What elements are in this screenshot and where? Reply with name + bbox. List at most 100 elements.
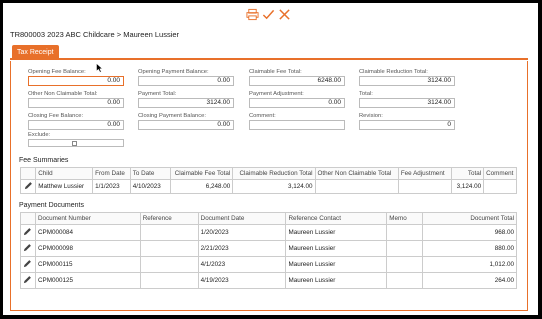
cell-total: 3,124.00 [450, 179, 485, 194]
cell-memo [386, 272, 424, 289]
pencil-icon[interactable] [23, 275, 32, 284]
column-header-fee-adjustment[interactable]: Fee Adjustment [397, 167, 452, 180]
claimable-fee-total-field: Claimable Fee Total: 6248.00 [249, 69, 345, 86]
pencil-icon[interactable] [23, 259, 32, 268]
cell-comment [483, 179, 517, 194]
close-icon[interactable] [278, 8, 291, 21]
pencil-icon[interactable] [24, 181, 33, 190]
cell-document-total: 264.00 [422, 272, 517, 289]
cell-reference-contact: Maureen Lussier [285, 240, 388, 257]
column-header-child[interactable]: Child [35, 167, 94, 180]
column-header-total[interactable]: Total [450, 167, 485, 180]
table-header-row: Document Number Reference Document Date … [20, 212, 517, 225]
claimable-fee-total-input[interactable]: 6248.00 [249, 76, 345, 86]
exclude-checkbox[interactable] [72, 141, 77, 146]
checkmark-icon[interactable] [262, 8, 275, 21]
toolbar [246, 8, 291, 21]
cell-reference [139, 272, 199, 289]
cell-reference-contact: Maureen Lussier [285, 256, 388, 273]
table-header-row: Child From Date To Date Claimable Fee To… [19, 167, 517, 180]
column-header-other-non-claimable-total[interactable]: Other Non Claimable Total [314, 167, 399, 180]
revision-input[interactable]: 0 [359, 120, 455, 130]
cell-from-date: 1/1/2023 [92, 179, 131, 194]
opening-fee-balance-field: Opening Fee Balance: 0.00 [28, 69, 124, 86]
cell-document-date: 2/21/2023 [197, 240, 287, 257]
closing-payment-balance-input[interactable]: 0.00 [138, 120, 234, 130]
column-header-comment[interactable]: Comment [483, 167, 517, 180]
table-row[interactable]: CPM000098 2/21/2023 Maureen Lussier 880.… [20, 240, 517, 257]
pencil-icon[interactable] [23, 227, 32, 236]
claimable-reduction-total-input[interactable]: 3124.00 [359, 76, 455, 86]
edit-cell[interactable] [19, 179, 37, 194]
opening-payment-balance-field: Opening Payment Balance: 0.00 [138, 69, 234, 86]
cell-other-non-claimable-total [314, 179, 399, 194]
cell-claimable-reduction-total: 3,124.00 [232, 179, 316, 194]
column-header-reference-contact[interactable]: Reference Contact [285, 212, 388, 225]
cell-fee-adjustment [397, 179, 452, 194]
edit-cell[interactable] [20, 272, 36, 289]
closing-fee-balance-input[interactable]: 0.00 [28, 120, 124, 130]
payment-total-field: Payment Total: 3124.00 [138, 91, 234, 108]
cell-reference-contact: Maureen Lussier [285, 224, 388, 241]
cell-document-total: 880.00 [422, 240, 517, 257]
column-header-reference[interactable]: Reference [139, 212, 199, 225]
column-header-to-date[interactable]: To Date [129, 167, 172, 180]
fee-summaries-table: Child From Date To Date Claimable Fee To… [19, 167, 517, 194]
edit-cell[interactable] [20, 240, 36, 257]
column-header-document-date[interactable]: Document Date [197, 212, 287, 225]
cell-child: Matthew Lussier [35, 179, 94, 194]
column-header-from-date[interactable]: From Date [92, 167, 131, 180]
window: TR800003 2023 ABC Childcare > Maureen Lu… [3, 3, 538, 315]
cell-document-date: 4/1/2023 [197, 256, 287, 273]
pencil-icon[interactable] [23, 243, 32, 252]
cell-memo [386, 224, 424, 241]
tab-tax-receipt[interactable]: Tax Receipt [12, 45, 59, 60]
comment-input[interactable] [249, 120, 345, 130]
cell-document-number: CPM000125 [34, 272, 141, 289]
column-header-document-number[interactable]: Document Number [34, 212, 141, 225]
column-header-document-total[interactable]: Document Total [422, 212, 517, 225]
column-header [20, 212, 36, 225]
table-row[interactable]: Matthew Lussier 1/1/2023 4/10/2023 6,248… [19, 179, 517, 194]
cell-to-date: 4/10/2023 [129, 179, 172, 194]
cell-memo [386, 256, 424, 273]
edit-cell[interactable] [20, 256, 36, 273]
table-row[interactable]: CPM000115 4/1/2023 Maureen Lussier 1,012… [20, 256, 517, 273]
tab-bar: Tax Receipt [10, 43, 528, 60]
table-row[interactable]: CPM000084 1/20/2023 Maureen Lussier 968.… [20, 224, 517, 241]
exclude-checkbox-wrapper [28, 139, 124, 147]
cell-document-number: CPM000084 [34, 224, 141, 241]
total-input[interactable]: 3124.00 [359, 98, 455, 108]
opening-payment-balance-input[interactable]: 0.00 [138, 76, 234, 86]
cell-document-total: 968.00 [422, 224, 517, 241]
edit-cell[interactable] [20, 224, 36, 241]
fee-summaries-title: Fee Summaries [19, 157, 69, 164]
column-header [19, 167, 37, 180]
column-header-claimable-fee-total[interactable]: Claimable Fee Total [170, 167, 234, 180]
closing-payment-balance-field: Closing Payment Balance: 0.00 [138, 113, 234, 130]
cell-reference [139, 240, 199, 257]
payment-adjustment-input[interactable]: 0.00 [249, 98, 345, 108]
comment-field: Comment: [249, 113, 345, 130]
cell-document-date: 1/20/2023 [197, 224, 287, 241]
claimable-reduction-total-field: Claimable Reduction Total: 3124.00 [359, 69, 455, 86]
column-header-memo[interactable]: Memo [386, 212, 424, 225]
breadcrumb: TR800003 2023 ABC Childcare > Maureen Lu… [10, 30, 180, 39]
table-row[interactable]: CPM000125 4/19/2023 Maureen Lussier 264.… [20, 272, 517, 289]
cell-document-total: 1,012.00 [422, 256, 517, 273]
payment-documents-table: Document Number Reference Document Date … [20, 212, 517, 289]
cell-memo [386, 240, 424, 257]
closing-fee-balance-field: Closing Fee Balance: 0.00 [28, 113, 124, 130]
column-header-claimable-reduction-total[interactable]: Claimable Reduction Total [232, 167, 316, 180]
payment-documents-title: Payment Documents [19, 202, 84, 209]
payment-total-input[interactable]: 3124.00 [138, 98, 234, 108]
total-field: Total: 3124.00 [359, 91, 455, 108]
exclude-field: Exclude: [28, 132, 124, 147]
payment-adjustment-field: Payment Adjustment: 0.00 [249, 91, 345, 108]
cell-reference [139, 224, 199, 241]
revision-field: Revision: 0 [359, 113, 455, 130]
cell-reference-contact: Maureen Lussier [285, 272, 388, 289]
other-non-claimable-total-input[interactable]: 0.00 [28, 98, 124, 108]
print-icon[interactable] [246, 8, 259, 21]
opening-fee-balance-input[interactable]: 0.00 [28, 76, 124, 86]
